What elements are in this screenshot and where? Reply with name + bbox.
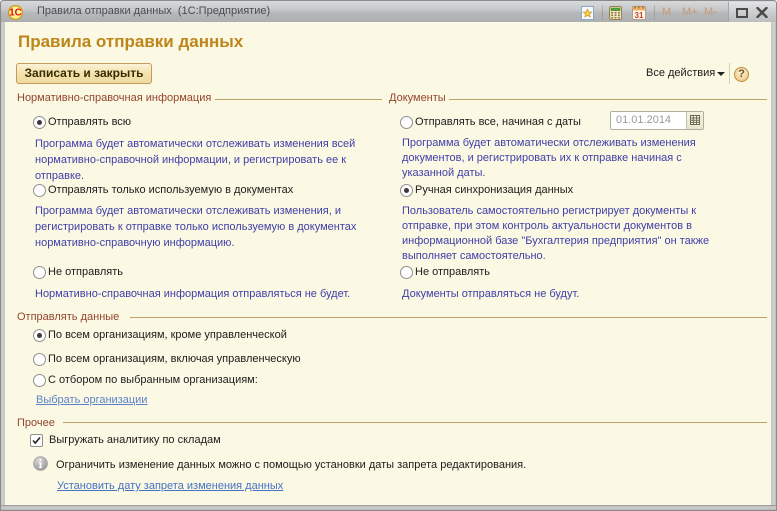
- svg-text:31: 31: [635, 11, 644, 20]
- svg-text:1С: 1С: [9, 8, 22, 19]
